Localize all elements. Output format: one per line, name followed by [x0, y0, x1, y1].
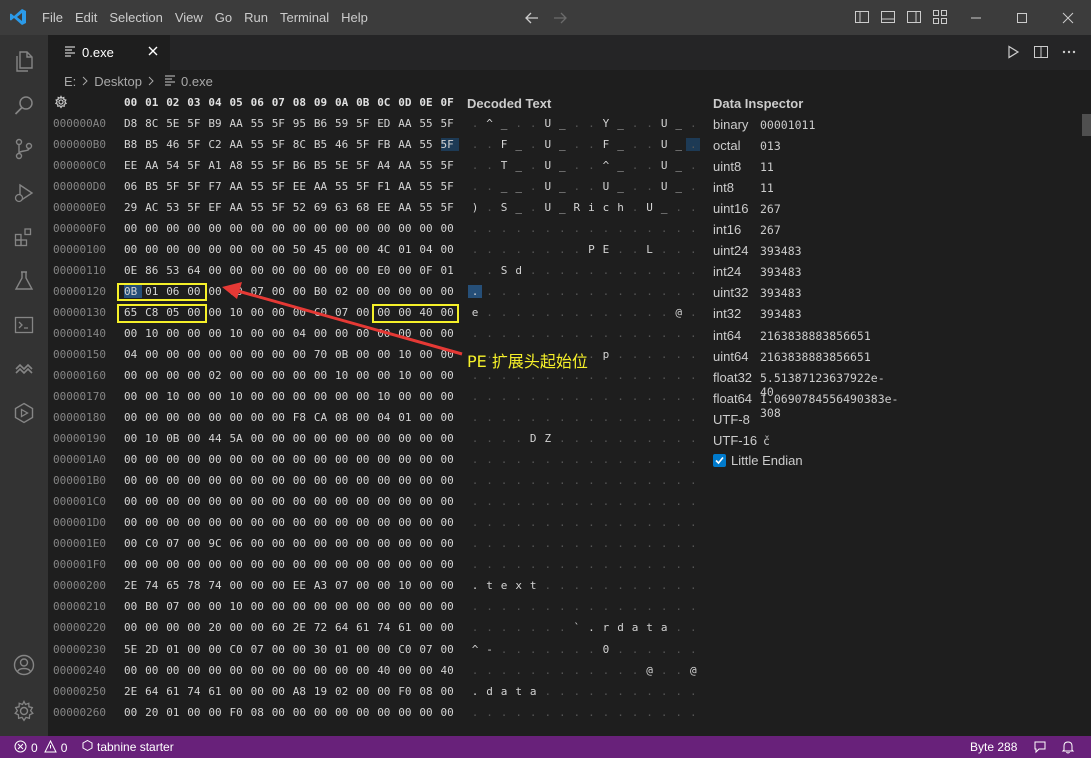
inspector-key: uint32: [713, 285, 749, 301]
inspector-key: uint64: [713, 348, 749, 364]
annotation-label: PE 扩展头起始位: [467, 352, 588, 371]
inspector-key: float32: [713, 369, 753, 385]
inspector-value: 00001011: [760, 118, 816, 132]
data-inspector: Data Inspector binary 00001011 octal 013 uin…: [713, 96, 898, 468]
inspector-key: int32: [713, 306, 742, 322]
inspector-key: UTF-8: [713, 411, 750, 427]
inspector-key: uint16: [713, 201, 749, 217]
inspector-key: octal: [713, 138, 741, 154]
inspector-value: 267: [760, 202, 781, 217]
tabnine-label: tabnine starter: [97, 740, 174, 754]
feedback-icon[interactable]: [1033, 740, 1047, 754]
inspector-key: UTF-16: [713, 432, 758, 448]
error-count: 0: [31, 741, 38, 755]
inspector-key: uint24: [713, 243, 749, 259]
inspector-key: float64: [713, 390, 753, 406]
annotation-arrow: [222, 282, 463, 356]
inspector-key: int16: [713, 222, 742, 238]
inspector-value: č: [763, 433, 770, 448]
byte-offset-status[interactable]: Byte 288: [970, 740, 1017, 754]
tabnine-status-icon: [82, 739, 93, 754]
inspector-key: int8: [713, 180, 734, 196]
inspector-key: binary: [713, 117, 749, 132]
data-inspector-title: Data Inspector: [713, 96, 804, 111]
inspector-key: int24: [713, 264, 742, 280]
little-endian-checkbox[interactable]: [713, 454, 726, 467]
inspector-value: 013: [760, 139, 781, 154]
inspector-value: 393483: [760, 244, 802, 259]
inspector-value: 11: [760, 160, 774, 175]
inspector-value: 2163838883856651: [760, 349, 871, 364]
tabnine-status[interactable]: tabnine starter: [82, 739, 174, 754]
warning-count: 0: [60, 741, 68, 755]
status-bar: 0 0 tabnine starter Byte 288: [0, 736, 1091, 758]
inspector-key: int64: [713, 327, 742, 343]
inspector-value: 267: [760, 223, 781, 238]
problems-status[interactable]: 0 0: [14, 739, 68, 756]
error-icon: [14, 740, 27, 756]
inspector-value: 393483: [760, 265, 802, 280]
little-endian-option[interactable]: Little Endian: [713, 453, 803, 468]
inspector-value: 393483: [760, 286, 802, 301]
inspector-value: 1.0690784556490383e-308: [760, 391, 899, 420]
notifications-bell-icon[interactable]: [1061, 740, 1075, 754]
scrollbar-thumb[interactable]: [1082, 114, 1091, 136]
little-endian-label: Little Endian: [731, 453, 803, 468]
vertical-scrollbar[interactable]: [1079, 110, 1091, 736]
warning-icon: [43, 739, 57, 756]
inspector-value: 2163838883856651: [760, 328, 871, 343]
inspector-value: 393483: [760, 307, 802, 322]
inspector-key: uint8: [713, 159, 742, 175]
inspector-value: 11: [760, 181, 774, 196]
